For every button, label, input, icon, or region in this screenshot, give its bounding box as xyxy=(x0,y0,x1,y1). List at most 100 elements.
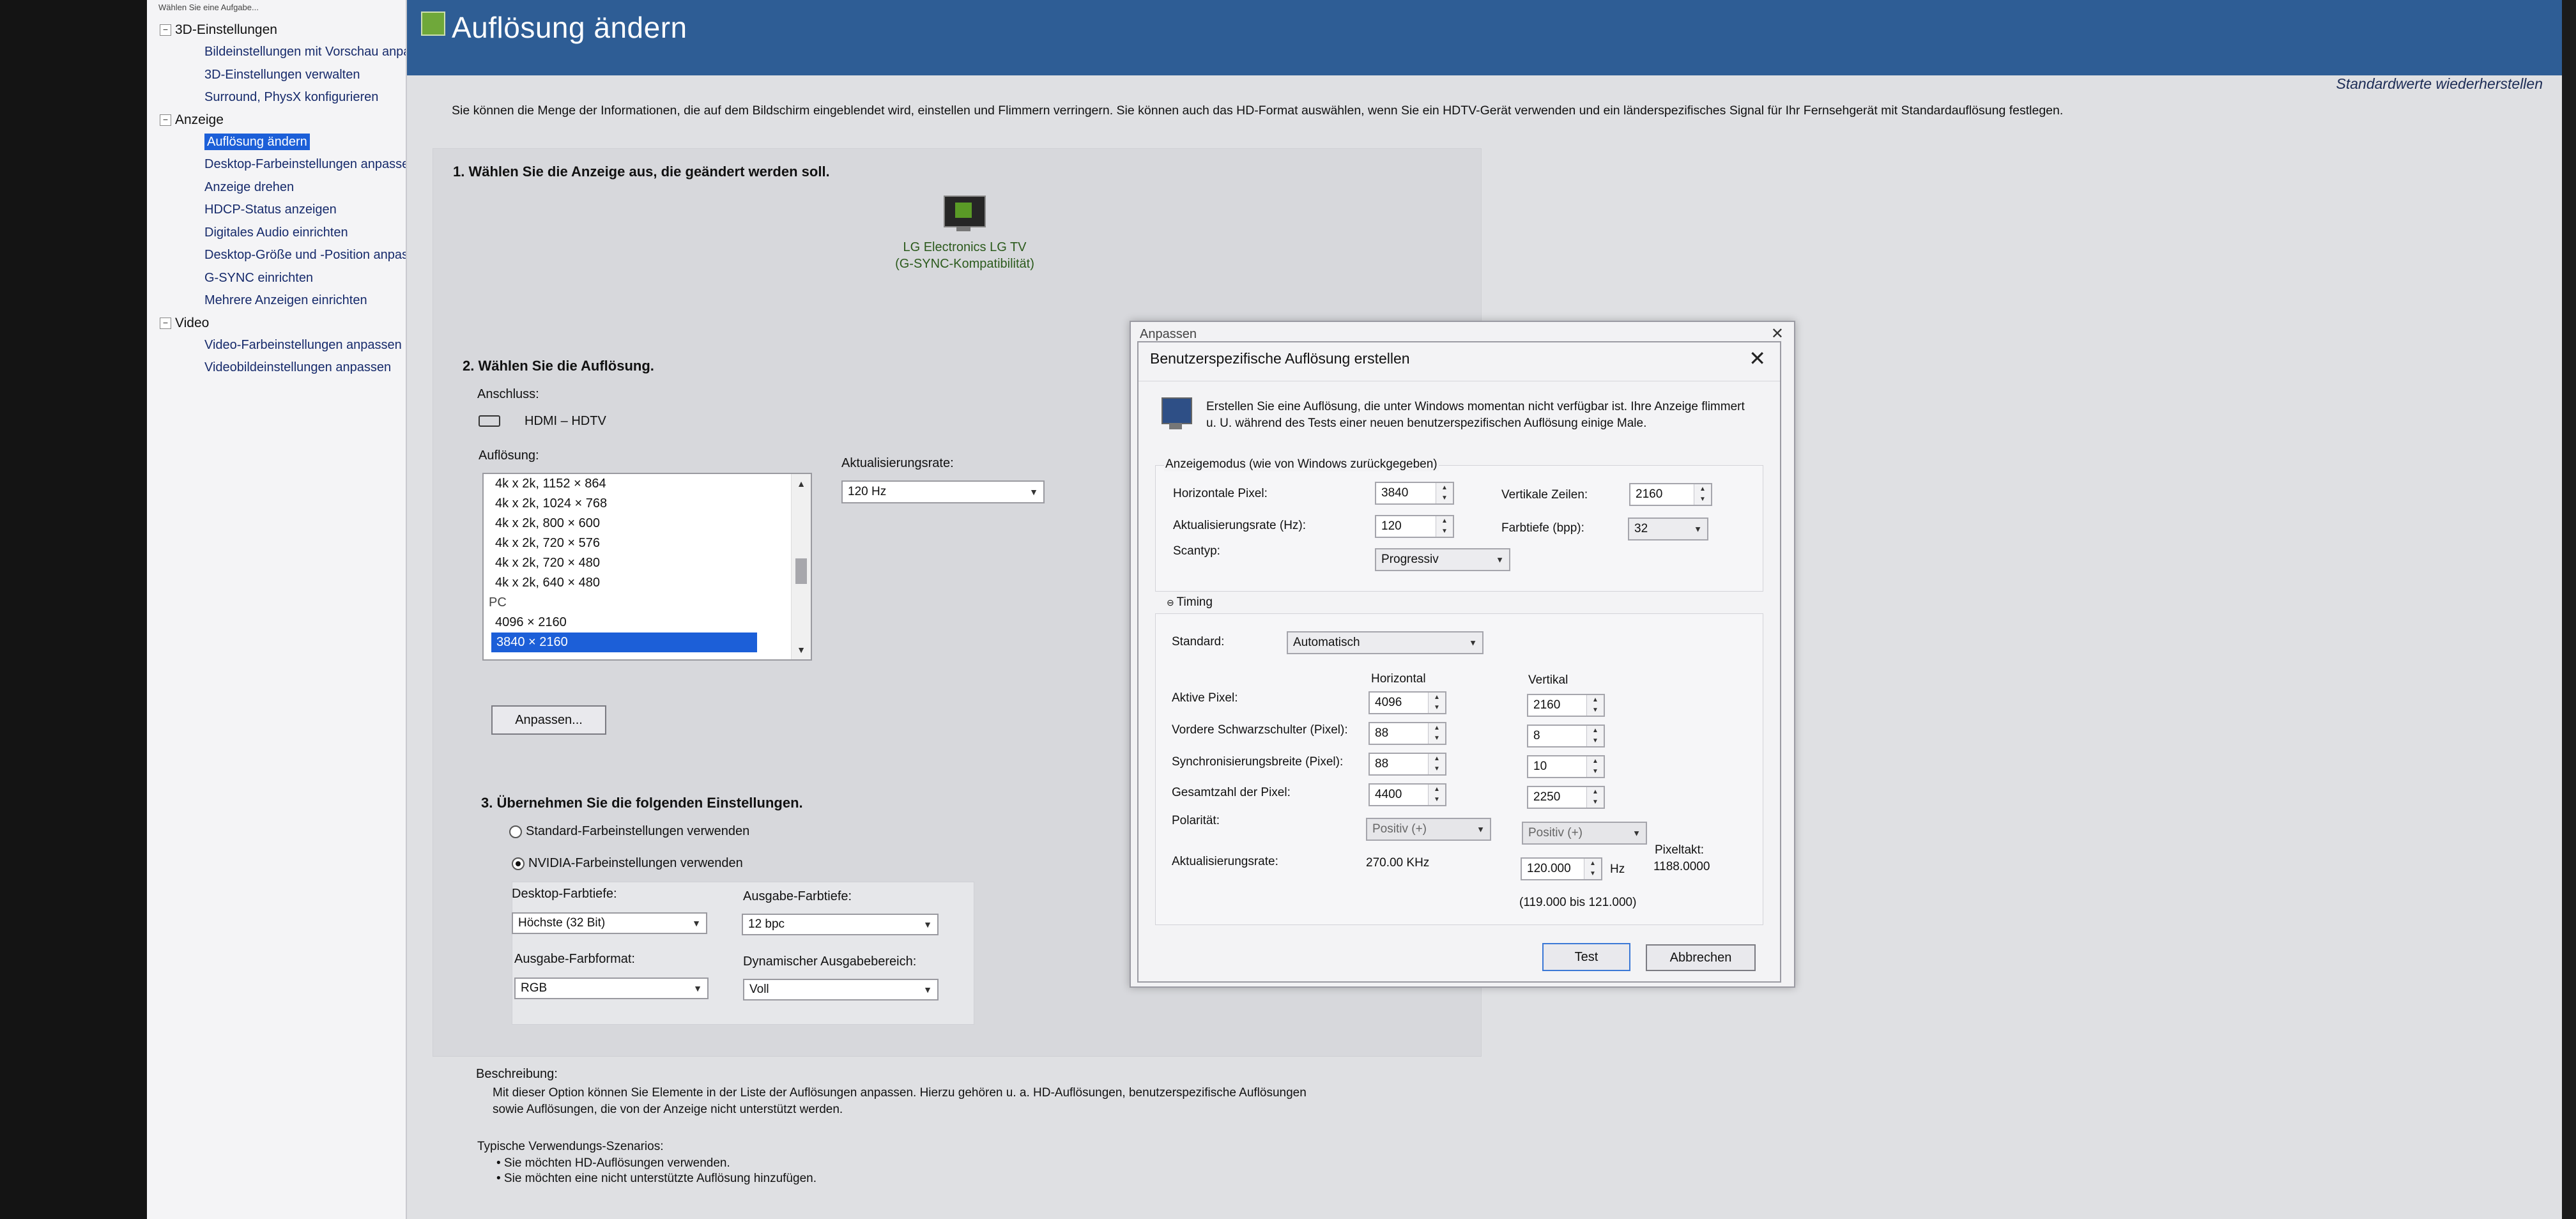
tree-item-label: Anzeige drehen xyxy=(204,180,295,194)
tree-item-digital-audio[interactable]: Digitales Audio einrichten xyxy=(160,222,406,245)
resolution-list[interactable]: 4k x 2k, 1152 × 864 4k x 2k, 1024 × 768 … xyxy=(482,473,812,661)
sync-h-stepper[interactable]: 88 ▲ ▼ xyxy=(1368,753,1446,776)
stepper-arrows-icon[interactable]: ▲ ▼ xyxy=(1586,726,1604,746)
collapse-icon[interactable]: − xyxy=(160,114,171,126)
stepper-arrows-icon[interactable]: ▲ ▼ xyxy=(1428,754,1445,774)
stepper-arrows-icon[interactable]: ▲ ▼ xyxy=(1436,483,1453,503)
radio-nvidia-color[interactable]: NVIDIA-Farbeinstellungen verwenden xyxy=(512,856,743,871)
collapse-icon[interactable]: − xyxy=(160,24,171,36)
tree-item-multi-display[interactable]: Mehrere Anzeigen einrichten xyxy=(160,289,406,312)
active-v-stepper[interactable]: 2160 ▲ ▼ xyxy=(1527,694,1605,717)
tree-item-desktop-size[interactable]: Desktop-Größe und -Position anpass xyxy=(160,244,406,267)
hdmi-icon xyxy=(479,415,500,427)
collapse-icon[interactable]: − xyxy=(160,317,171,329)
page-title: Auflösung ändern xyxy=(452,11,687,44)
display-selector[interactable]: LG Electronics LG TV (G-SYNC-Kompatibili… xyxy=(885,239,1045,272)
list-item[interactable]: 4k x 2k, 1152 × 864 xyxy=(484,474,763,494)
stepper-arrows-icon[interactable]: ▲ ▼ xyxy=(1436,516,1453,537)
sync-v-value: 10 xyxy=(1533,760,1547,773)
stepper-arrows-icon[interactable]: ▲ ▼ xyxy=(1428,723,1445,744)
active-v-value: 2160 xyxy=(1533,698,1561,712)
tree-item-change-resolution[interactable]: Auflösung ändern xyxy=(160,131,406,154)
tree-item-rotate-display[interactable]: Anzeige drehen xyxy=(160,176,406,199)
radio-icon[interactable] xyxy=(509,825,522,838)
scroll-thumb[interactable] xyxy=(795,558,807,584)
list-scrollbar[interactable]: ▲ ▼ xyxy=(791,474,811,659)
rate-hz-value: 120.000 xyxy=(1527,862,1571,875)
close-icon[interactable]: ✕ xyxy=(1749,346,1766,371)
stepper-arrows-icon[interactable]: ▲ ▼ xyxy=(1694,484,1711,505)
list-item[interactable]: 4k x 2k, 800 × 600 xyxy=(484,514,763,533)
timing-standard-select[interactable]: Automatisch ▼ xyxy=(1287,631,1483,654)
test-button[interactable]: Test xyxy=(1542,943,1630,971)
active-h-stepper[interactable]: 4096 ▲ ▼ xyxy=(1368,691,1446,714)
radio-default-color[interactable]: Standard-Farbeinstellungen verwenden xyxy=(509,824,749,839)
stepper-arrows-icon[interactable]: ▲ ▼ xyxy=(1428,693,1445,713)
polarity-v-value: Positiv (+) xyxy=(1528,826,1583,839)
h-pixels-stepper[interactable]: 3840 ▲ ▼ xyxy=(1375,482,1454,505)
tree-group-3d[interactable]: −3D-Einstellungen xyxy=(160,19,406,41)
chevron-down-icon: ▼ xyxy=(692,918,701,928)
list-item[interactable]: 4k x 2k, 640 × 480 xyxy=(484,573,763,593)
refresh-rate-select[interactable]: 120 Hz ▼ xyxy=(841,480,1045,503)
list-item[interactable]: 4k x 2k, 720 × 576 xyxy=(484,533,763,553)
desktop-depth-select[interactable]: Höchste (32 Bit) ▼ xyxy=(512,912,707,934)
dialog-message: Erstellen Sie eine Auflösung, die unter … xyxy=(1206,400,1745,430)
tree-item-video-color[interactable]: Video-Farbeinstellungen anpassen xyxy=(160,334,406,357)
tree-group-video[interactable]: − Video xyxy=(160,312,406,334)
porch-h-stepper[interactable]: 88 ▲ ▼ xyxy=(1368,722,1446,745)
display-name: LG Electronics LG TV xyxy=(903,240,1027,254)
scan-type-select[interactable]: Progressiv ▼ xyxy=(1375,548,1510,571)
polarity-h-select[interactable]: Positiv (+) ▼ xyxy=(1366,818,1491,841)
update-rate-label: Aktualisierungsrate: xyxy=(1172,855,1278,868)
list-item-selected[interactable]: 3840 × 2160 xyxy=(491,632,757,652)
scroll-down-icon[interactable]: ▼ xyxy=(792,640,811,659)
restore-defaults-link[interactable]: Standardwerte wiederherstellen xyxy=(2336,75,2543,93)
polarity-v-select[interactable]: Positiv (+) ▼ xyxy=(1522,822,1647,845)
tree-item-surround-physx[interactable]: Surround, PhysX konfigurieren xyxy=(160,86,406,109)
scroll-up-icon[interactable]: ▲ xyxy=(792,474,811,493)
dialog-title: Benutzerspezifische Auflösung erstellen xyxy=(1150,350,1410,367)
display-monitor-icon[interactable] xyxy=(944,195,986,231)
h-pixels-value: 3840 xyxy=(1381,486,1409,500)
customize-button[interactable]: Anpassen... xyxy=(491,705,606,735)
scan-type-label: Scantyp: xyxy=(1173,544,1220,558)
timing-toggle[interactable]: ⊖ Timing xyxy=(1167,595,1213,610)
list-item[interactable]: 4k x 2k, 1024 × 768 xyxy=(484,494,763,514)
polarity-label: Polarität: xyxy=(1172,814,1220,827)
color-depth-value: 32 xyxy=(1634,522,1648,535)
rate-hz-stepper[interactable]: 120.000 ▲ ▼ xyxy=(1521,857,1602,880)
tree-item-video-image[interactable]: Videobildeinstellungen anpassen xyxy=(160,356,406,379)
chevron-down-icon: ▼ xyxy=(1469,638,1477,648)
tree-item-gsync[interactable]: G-SYNC einrichten xyxy=(160,267,406,290)
refresh-stepper[interactable]: 120 ▲ ▼ xyxy=(1375,515,1454,538)
tree-item-manage-3d[interactable]: 3D-Einstellungen verwalten xyxy=(160,64,406,87)
close-icon[interactable]: ✕ xyxy=(1771,325,1784,343)
output-format-select[interactable]: RGB ▼ xyxy=(514,977,709,999)
total-h-stepper[interactable]: 4400 ▲ ▼ xyxy=(1368,783,1446,806)
tree-item-hdcp-status[interactable]: HDCP-Status anzeigen xyxy=(160,199,406,222)
cancel-button[interactable]: Abbrechen xyxy=(1646,944,1756,971)
list-item[interactable]: 4096 × 2160 xyxy=(484,613,763,632)
tree-item-desktop-color[interactable]: Desktop-Farbeinstellungen anpassen xyxy=(160,153,406,176)
stepper-arrows-icon[interactable]: ▲ ▼ xyxy=(1586,695,1604,716)
porch-v-stepper[interactable]: 8 ▲ ▼ xyxy=(1527,724,1605,747)
dynamic-range-select[interactable]: Voll ▼ xyxy=(743,979,939,1000)
stepper-arrows-icon[interactable]: ▲ ▼ xyxy=(1584,859,1601,879)
tree-item-image-settings[interactable]: Bildeinstellungen mit Vorschau anpa xyxy=(160,41,406,64)
stepper-arrows-icon[interactable]: ▲ ▼ xyxy=(1586,787,1604,808)
chevron-down-icon: ▼ xyxy=(1029,487,1038,497)
tree-group-label: Anzeige xyxy=(175,112,224,127)
total-v-stepper[interactable]: 2250 ▲ ▼ xyxy=(1527,786,1605,809)
tree-group-display[interactable]: − Anzeige xyxy=(160,109,406,131)
v-lines-stepper[interactable]: 2160 ▲ ▼ xyxy=(1629,483,1712,506)
output-depth-select[interactable]: 12 bpc ▼ xyxy=(742,914,939,935)
radio-icon[interactable] xyxy=(512,857,525,870)
sync-v-stepper[interactable]: 10 ▲ ▼ xyxy=(1527,755,1605,778)
color-depth-select[interactable]: 32 ▼ xyxy=(1628,518,1708,540)
stepper-arrows-icon[interactable]: ▲ ▼ xyxy=(1428,785,1445,805)
collapse-icon[interactable]: ⊖ xyxy=(1167,597,1177,608)
dialog-title: Anpassen xyxy=(1140,327,1197,341)
list-item[interactable]: 4k x 2k, 720 × 480 xyxy=(484,553,763,573)
stepper-arrows-icon[interactable]: ▲ ▼ xyxy=(1586,756,1604,777)
